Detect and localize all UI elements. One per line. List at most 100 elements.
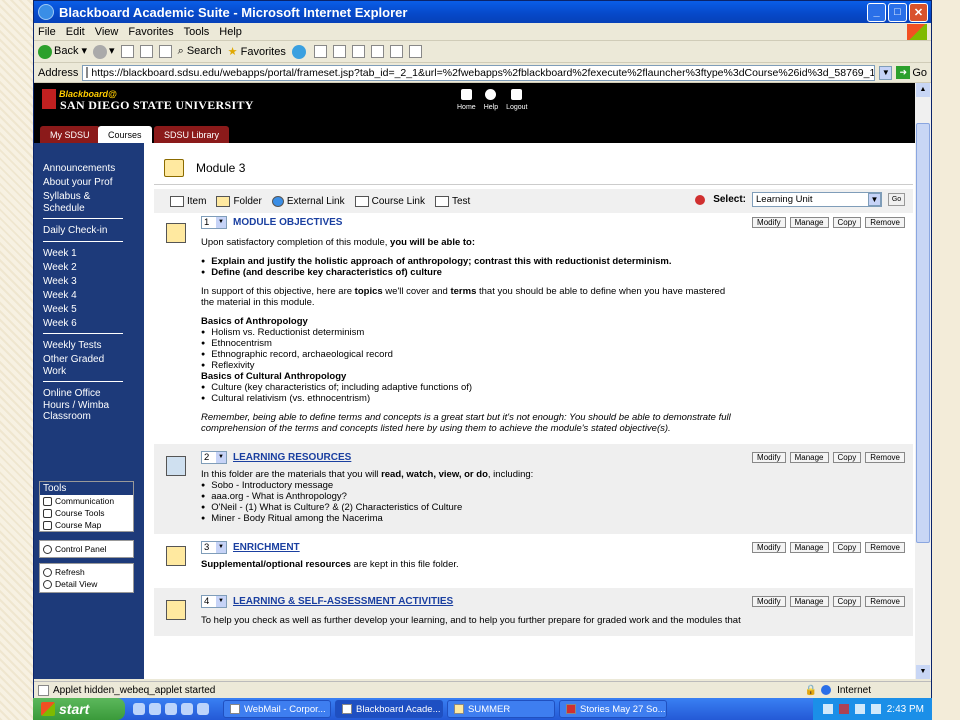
- home-icon[interactable]: [158, 45, 172, 58]
- search-button[interactable]: ⌕ Search: [178, 45, 222, 58]
- item-title-link[interactable]: ENRICHMENT: [233, 542, 300, 553]
- modify-button[interactable]: Modify: [752, 542, 786, 553]
- nav-weekly-tests[interactable]: Weekly Tests: [43, 340, 144, 352]
- nav-week-1[interactable]: Week 1: [43, 248, 144, 260]
- favorites-button[interactable]: ★ Favorites: [228, 45, 286, 58]
- menu-edit[interactable]: Edit: [66, 26, 85, 38]
- nav-other-graded-work[interactable]: Other Graded Work: [43, 354, 118, 377]
- media-icon[interactable]: [291, 44, 306, 59]
- refresh-link[interactable]: Refresh: [40, 564, 133, 578]
- tab-courses[interactable]: Courses: [98, 126, 152, 143]
- mail-icon[interactable]: [313, 45, 327, 58]
- messenger-icon[interactable]: [389, 45, 403, 58]
- go-button[interactable]: ➜ Go: [896, 66, 927, 79]
- tool-communication[interactable]: Communication: [40, 495, 133, 507]
- close-button[interactable]: ✕: [909, 2, 928, 22]
- print-icon[interactable]: [332, 45, 346, 58]
- edit-icon[interactable]: [351, 45, 365, 58]
- nav-syllabus[interactable]: Syllabus & Schedule: [43, 191, 113, 214]
- nav-announcements[interactable]: Announcements: [43, 163, 144, 175]
- address-dropdown-icon[interactable]: ▼: [879, 65, 893, 80]
- menu-file[interactable]: File: [38, 26, 56, 38]
- menu-help[interactable]: Help: [219, 26, 242, 38]
- tray-mail-icon[interactable]: [838, 704, 849, 714]
- quick-launch-icon[interactable]: [197, 703, 209, 715]
- menu-view[interactable]: View: [95, 26, 119, 38]
- nav-week-6[interactable]: Week 6: [43, 318, 144, 330]
- menu-favorites[interactable]: Favorites: [128, 26, 173, 38]
- task-blackboard[interactable]: Blackboard Acade...: [335, 700, 443, 718]
- help-link[interactable]: Help: [484, 89, 498, 111]
- start-button[interactable]: start: [33, 698, 125, 720]
- tab-sdsu-library[interactable]: SDSU Library: [154, 126, 230, 143]
- tab-my-sdsu[interactable]: My SDSU: [40, 126, 100, 143]
- scroll-down-icon[interactable]: ▼: [916, 665, 930, 679]
- nav-daily-checkin[interactable]: Daily Check-in: [43, 225, 144, 237]
- tray-volume-icon[interactable]: [870, 704, 881, 714]
- tool-course-tools[interactable]: Course Tools: [40, 507, 133, 519]
- nav-week-4[interactable]: Week 4: [43, 290, 144, 302]
- tray-icon[interactable]: [822, 704, 833, 714]
- menu-tools[interactable]: Tools: [184, 26, 210, 38]
- remove-button[interactable]: Remove: [865, 542, 905, 553]
- nav-about-prof[interactable]: About your Prof: [43, 177, 144, 189]
- modify-button[interactable]: Modify: [752, 596, 786, 607]
- scroll-thumb[interactable]: [916, 123, 930, 543]
- logout-link[interactable]: Logout: [506, 89, 528, 111]
- discuss-icon[interactable]: [370, 45, 384, 58]
- content-item: 2 ▼ LEARNING RESOURCES Modify Manage Copy…: [154, 444, 913, 534]
- add-folder-button[interactable]: Folder: [216, 195, 262, 207]
- add-course-link-button[interactable]: Course Link: [354, 195, 425, 207]
- order-select[interactable]: 4 ▼: [201, 595, 227, 608]
- detail-view-link[interactable]: Detail View: [40, 578, 133, 592]
- order-select[interactable]: 2 ▼: [201, 451, 227, 464]
- quick-launch-icon[interactable]: [133, 703, 145, 715]
- copy-button[interactable]: Copy: [832, 452, 862, 463]
- control-panel-link[interactable]: Control Panel: [40, 541, 133, 557]
- add-item-button[interactable]: Item: [170, 195, 206, 207]
- manage-button[interactable]: Manage: [789, 596, 829, 607]
- remove-button[interactable]: Remove: [865, 596, 905, 607]
- order-select[interactable]: 1 ▼: [201, 216, 227, 229]
- remove-button[interactable]: Remove: [865, 217, 905, 228]
- vertical-scrollbar[interactable]: ▲ ▼: [915, 83, 931, 679]
- manage-button[interactable]: Manage: [789, 217, 829, 228]
- task-summer[interactable]: SUMMER: [447, 700, 555, 718]
- copy-button[interactable]: Copy: [832, 217, 862, 228]
- item-title-link[interactable]: LEARNING RESOURCES: [233, 452, 351, 463]
- address-input[interactable]: https://blackboard.sdsu.edu/webapps/port…: [82, 64, 876, 81]
- task-stories[interactable]: Stories May 27 So...: [559, 700, 667, 718]
- manage-button[interactable]: Manage: [789, 452, 829, 463]
- scroll-up-icon[interactable]: ▲: [916, 83, 930, 97]
- task-webmail[interactable]: WebMail - Corpor...: [223, 700, 331, 718]
- quick-launch-icon[interactable]: [149, 703, 161, 715]
- copy-button[interactable]: Copy: [832, 596, 862, 607]
- quick-launch-icon[interactable]: [181, 703, 193, 715]
- maximize-button[interactable]: □: [888, 2, 907, 22]
- content-type-select[interactable]: Learning Unit ▼: [752, 192, 882, 207]
- tool-course-map[interactable]: Course Map: [40, 519, 133, 531]
- nav-week-3[interactable]: Week 3: [43, 276, 144, 288]
- remove-button[interactable]: Remove: [865, 452, 905, 463]
- minimize-button[interactable]: _: [867, 2, 886, 22]
- copy-button[interactable]: Copy: [832, 542, 862, 553]
- nav-week-2[interactable]: Week 2: [43, 262, 144, 274]
- forward-button[interactable]: ▾: [93, 44, 115, 59]
- tray-icon[interactable]: [854, 704, 865, 714]
- nav-week-5[interactable]: Week 5: [43, 304, 144, 316]
- add-external-link-button[interactable]: External Link: [271, 195, 345, 207]
- research-icon[interactable]: [408, 45, 422, 58]
- add-test-button[interactable]: Test: [434, 195, 470, 207]
- manage-button[interactable]: Manage: [789, 542, 829, 553]
- order-select[interactable]: 3 ▼: [201, 541, 227, 554]
- nav-online-office-hours[interactable]: Online Office Hours / Wimba Classroom: [43, 388, 118, 423]
- back-button[interactable]: Back ▾: [38, 44, 87, 59]
- item-title-link[interactable]: LEARNING & SELF-ASSESSMENT ACTIVITIES: [233, 596, 453, 607]
- modify-button[interactable]: Modify: [752, 452, 786, 463]
- quick-launch-icon[interactable]: [165, 703, 177, 715]
- stop-icon[interactable]: [120, 45, 134, 58]
- select-go-button[interactable]: Go: [888, 193, 905, 206]
- refresh-icon[interactable]: [139, 45, 153, 58]
- home-link[interactable]: Home: [457, 89, 476, 111]
- modify-button[interactable]: Modify: [752, 217, 786, 228]
